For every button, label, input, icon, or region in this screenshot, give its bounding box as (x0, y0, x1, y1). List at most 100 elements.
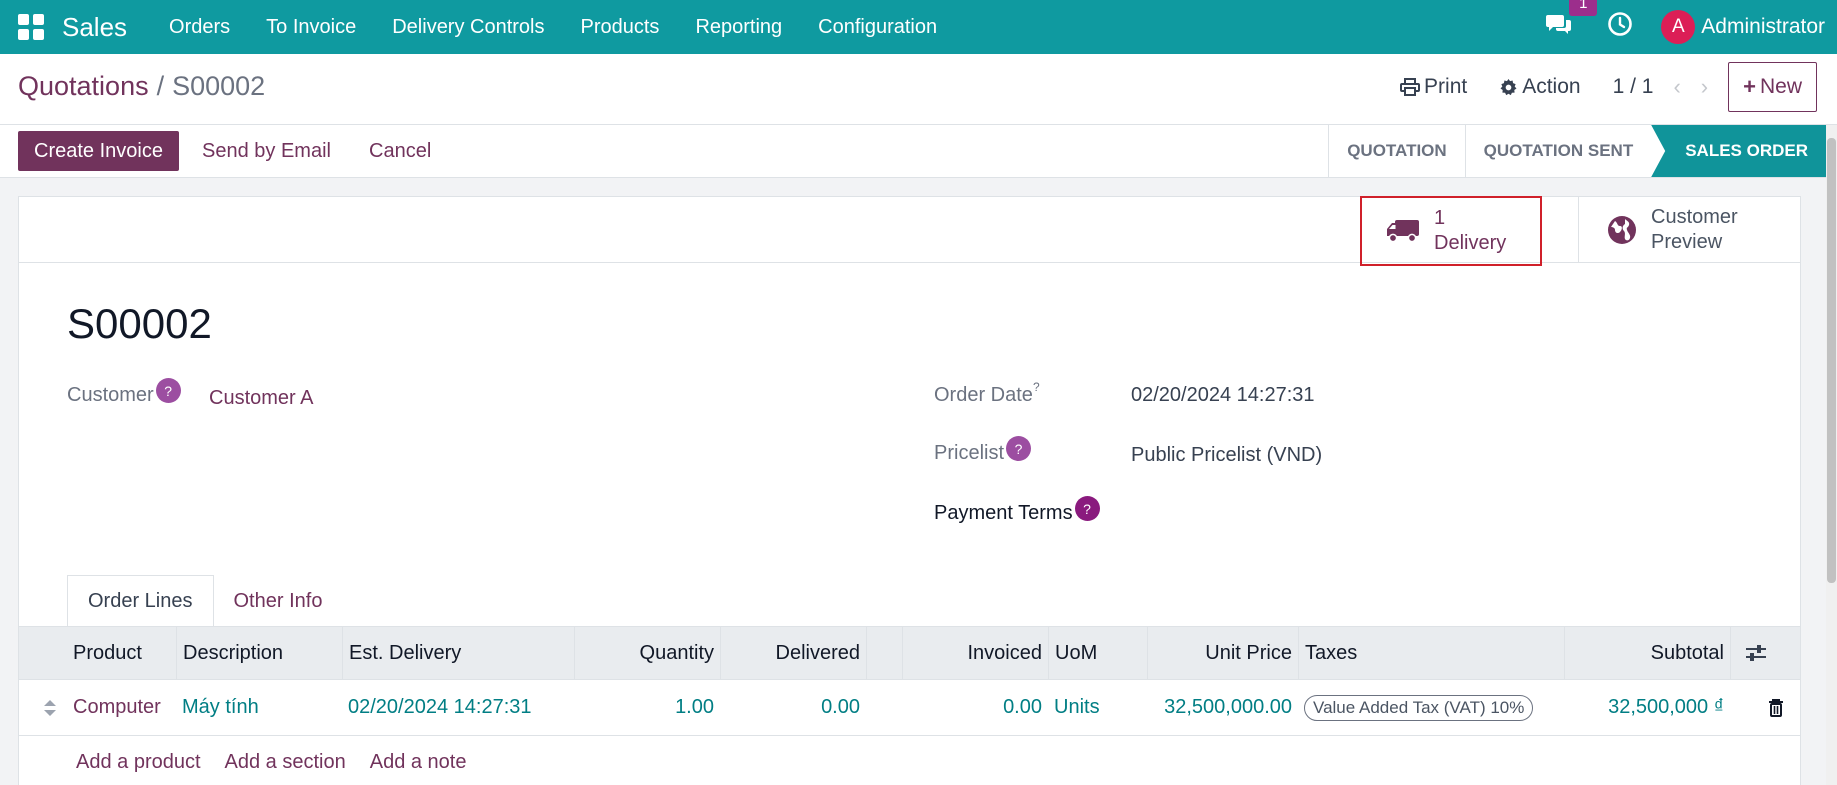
delivery-count: 1 (1434, 207, 1446, 229)
action-button[interactable]: Action (1499, 75, 1581, 99)
delivery-smart-button[interactable]: 1 Delivery (1360, 196, 1542, 266)
breadcrumb-separator: / (156, 71, 165, 101)
scrollbar-thumb[interactable] (1827, 138, 1836, 583)
send-by-email-button[interactable]: Send by Email (202, 131, 331, 171)
add-product-link[interactable]: Add a product (76, 751, 201, 774)
col-uom[interactable]: UoM (1048, 627, 1147, 679)
delivery-label: Delivery (1434, 232, 1507, 254)
print-button[interactable]: Print (1400, 75, 1467, 99)
avatar[interactable]: A (1661, 10, 1696, 44)
new-button[interactable]: + New (1728, 62, 1817, 112)
add-section-link[interactable]: Add a section (225, 751, 346, 774)
form-sheet: 1 Delivery Customer Preview S00002 Custo… (18, 196, 1801, 785)
menu-orders[interactable]: Orders (169, 16, 230, 39)
activities-button[interactable] (1607, 11, 1633, 43)
pricelist-help-icon[interactable]: ? (1006, 436, 1032, 461)
user-menu[interactable]: Administrator (1701, 15, 1825, 39)
col-quantity[interactable]: Quantity (574, 627, 720, 679)
cell-est-delivery[interactable]: 02/20/2024 14:27:31 (342, 680, 574, 735)
control-panel: Quotations / S00002 Print Action 1 / 1 ‹ ›… (0, 54, 1837, 125)
tab-order-lines[interactable]: Order Lines (67, 575, 214, 627)
add-line-row: Add a product Add a section Add a note (19, 736, 1800, 785)
apps-grid-icon (18, 14, 44, 40)
col-description[interactable]: Description (176, 627, 342, 679)
optional-columns-toggle[interactable] (1730, 627, 1780, 679)
customer-field[interactable]: Customer A (209, 387, 313, 410)
order-date-help-icon[interactable]: ? (1033, 380, 1040, 394)
stage-quotation-sent[interactable]: QUOTATION SENT (1464, 125, 1652, 177)
cell-description[interactable]: Máy tính (176, 680, 342, 735)
stage-quotation[interactable]: QUOTATION (1328, 125, 1464, 177)
breadcrumb-current: S00002 (172, 71, 266, 101)
new-label: New (1759, 75, 1802, 98)
pager-value[interactable]: 1 / 1 (1613, 75, 1654, 99)
menu-products[interactable]: Products (581, 16, 660, 39)
record-title: S00002 (67, 300, 212, 347)
pricelist-field[interactable]: Public Pricelist (VND) (1131, 444, 1322, 467)
col-unit-price[interactable]: Unit Price (1147, 627, 1298, 679)
col-est-delivery[interactable]: Est. Delivery (342, 627, 574, 679)
cell-uom[interactable]: Units (1048, 680, 1147, 735)
pager-previous-icon[interactable]: ‹ (1673, 74, 1680, 100)
chat-icon (1546, 15, 1572, 34)
menu-reporting[interactable]: Reporting (695, 16, 782, 39)
cell-subtotal: 32,500,000 ₫ (1608, 696, 1724, 718)
payment-terms-label-text: Payment Terms (934, 502, 1073, 524)
menu-to-invoice[interactable]: To Invoice (266, 16, 356, 39)
col-subtotal[interactable]: Subtotal (1564, 627, 1730, 679)
delete-row-button[interactable] (1762, 680, 1792, 735)
add-note-link[interactable]: Add a note (370, 751, 467, 774)
cell-delivered[interactable]: 0.00 (720, 680, 866, 735)
notebook-tabs: Order Lines Other Info (67, 575, 342, 627)
gear-icon (1500, 78, 1517, 95)
plus-icon: + (1743, 74, 1756, 99)
tax-tag[interactable]: Value Added Tax (VAT) 10% (1304, 694, 1534, 721)
create-invoice-button[interactable]: Create Invoice (18, 131, 179, 171)
cell-unit-price[interactable]: 32,500,000.00 (1147, 680, 1298, 735)
pager-next-icon[interactable]: › (1701, 74, 1708, 100)
payment-terms-help-icon[interactable]: ? (1074, 496, 1100, 521)
menu-delivery-controls[interactable]: Delivery Controls (392, 16, 544, 39)
apps-menu-button[interactable] (0, 0, 62, 54)
app-brand[interactable]: Sales (62, 12, 127, 43)
smart-button-bar: 1 Delivery Customer Preview (19, 196, 1800, 266)
customer-label: Customer? (67, 378, 181, 409)
customer-preview-button[interactable]: Customer Preview (1578, 197, 1800, 263)
truck-icon (1387, 220, 1419, 243)
row-handle-icon[interactable] (37, 680, 67, 735)
order-date-label: Order Date? (934, 380, 1040, 407)
order-lines-table: Product Description Est. Delivery Quanti… (19, 626, 1800, 785)
menu-configuration[interactable]: Configuration (818, 16, 937, 39)
customer-help-icon[interactable]: ? (155, 378, 181, 403)
action-label: Action (1522, 75, 1581, 98)
cancel-button[interactable]: Cancel (369, 131, 431, 171)
col-product[interactable]: Product (67, 627, 176, 679)
clock-icon (1608, 12, 1633, 36)
table-row[interactable]: Computer Máy tính 02/20/2024 14:27:31 1.… (19, 680, 1800, 736)
customer-preview-line2: Preview (1651, 231, 1723, 253)
cell-taxes[interactable]: Value Added Tax (VAT) 10% (1298, 680, 1564, 735)
breadcrumb-quotations[interactable]: Quotations (18, 71, 149, 101)
print-icon (1400, 78, 1421, 96)
cell-quantity[interactable]: 1.00 (574, 680, 720, 735)
trash-icon (1769, 699, 1783, 717)
cell-product[interactable]: Computer (67, 680, 176, 735)
pricelist-label: Pricelist? (934, 436, 1032, 467)
table-header: Product Description Est. Delivery Quanti… (19, 626, 1800, 680)
sliders-icon (1745, 645, 1766, 661)
status-bar: Create Invoice Send by Email Cancel QUOT… (0, 125, 1826, 178)
tab-other-info[interactable]: Other Info (214, 575, 343, 627)
col-invoiced[interactable]: Invoiced (902, 627, 1048, 679)
breadcrumb: Quotations / S00002 (18, 71, 265, 102)
cell-invoiced[interactable]: 0.00 (902, 680, 1048, 735)
payment-terms-label: Payment Terms? (934, 496, 1100, 527)
globe-icon (1608, 216, 1636, 244)
top-navbar: Sales Orders To Invoice Delivery Control… (0, 0, 1837, 54)
col-taxes[interactable]: Taxes (1298, 627, 1564, 679)
order-date-field[interactable]: 02/20/2024 14:27:31 (1131, 384, 1315, 407)
messages-button[interactable]: 1 (1545, 0, 1598, 42)
pricelist-label-text: Pricelist (934, 442, 1005, 464)
print-label: Print (1424, 75, 1468, 98)
stage-sales-order[interactable]: SALES ORDER (1651, 125, 1826, 177)
col-delivered[interactable]: Delivered (720, 627, 866, 679)
